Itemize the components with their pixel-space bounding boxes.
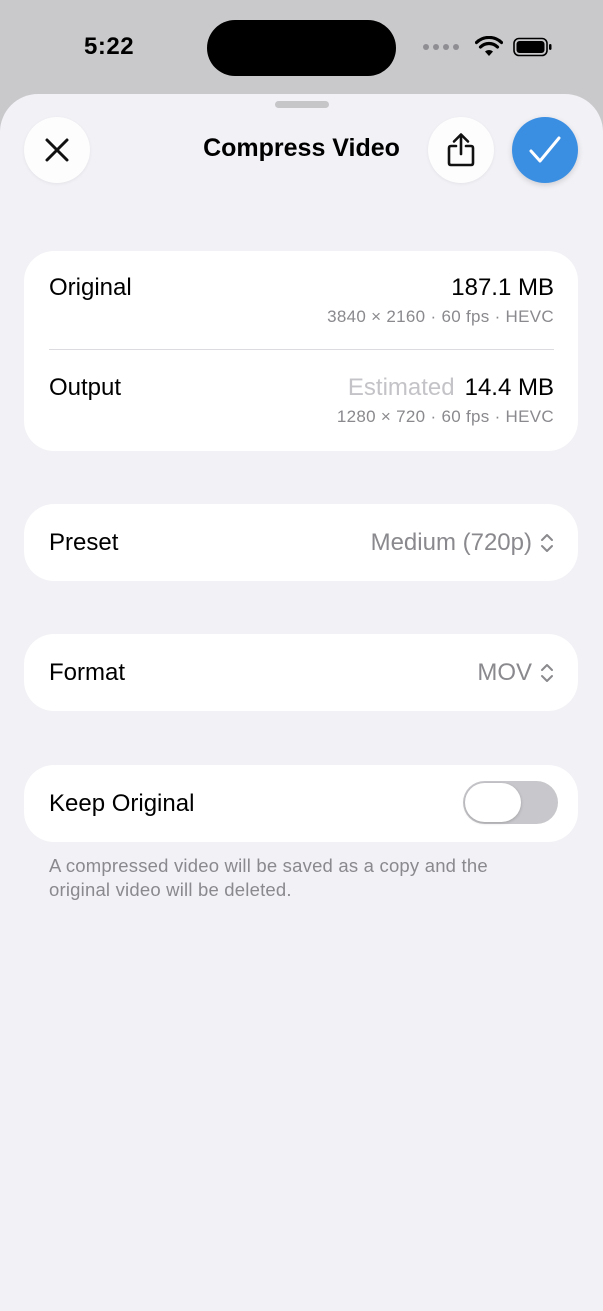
preset-label: Preset [49,529,119,556]
status-icons [423,36,553,58]
estimated-label: Estimated [347,374,455,401]
divider [49,349,554,350]
format-value: MOV [477,659,532,686]
keep-original-toggle[interactable] [463,781,558,824]
format-select[interactable]: MOV [477,659,554,687]
toggle-knob [465,783,521,822]
chevron-up-down-icon [541,534,553,552]
battery-icon [513,37,552,57]
sheet-grabber[interactable] [275,101,329,108]
output-details: 1280 × 720 · 60 fps · HEVC [336,407,554,426]
keep-original-footnote: A compressed video will be saved as a co… [49,855,488,900]
preset-value: Medium (720p) [370,529,532,556]
output-size: 14.4 MB [464,374,554,401]
confirm-button[interactable] [512,117,578,183]
original-label: Original [49,274,132,301]
chevron-up-down-icon [541,664,553,682]
compress-video-sheet: Compress Video Original 187.1 MB 3840 × … [0,94,603,1311]
status-bar: 5:22 [0,0,603,96]
output-label: Output [49,374,122,401]
preset-select[interactable]: Medium (720p) [371,529,554,557]
original-details: 3840 × 2160 · 60 fps · HEVC [327,307,554,326]
dynamic-island [207,20,396,76]
keep-original-label: Keep Original [49,790,195,817]
cellular-signal-icon [423,44,459,50]
format-label: Format [49,659,126,686]
checkmark-icon [529,136,561,163]
share-button[interactable] [428,117,494,183]
wifi-icon [475,36,503,56]
keep-original-row: Keep Original [24,765,578,842]
original-size: 187.1 MB [451,274,554,301]
output-size-group: Estimated 14.4 MB [348,374,554,402]
video-info-card: Original 187.1 MB 3840 × 2160 · 60 fps ·… [24,251,578,451]
status-time: 5:22 [84,33,135,60]
format-row[interactable]: Format MOV [24,634,578,711]
preset-row[interactable]: Preset Medium (720p) [24,504,578,581]
share-icon [447,133,475,167]
